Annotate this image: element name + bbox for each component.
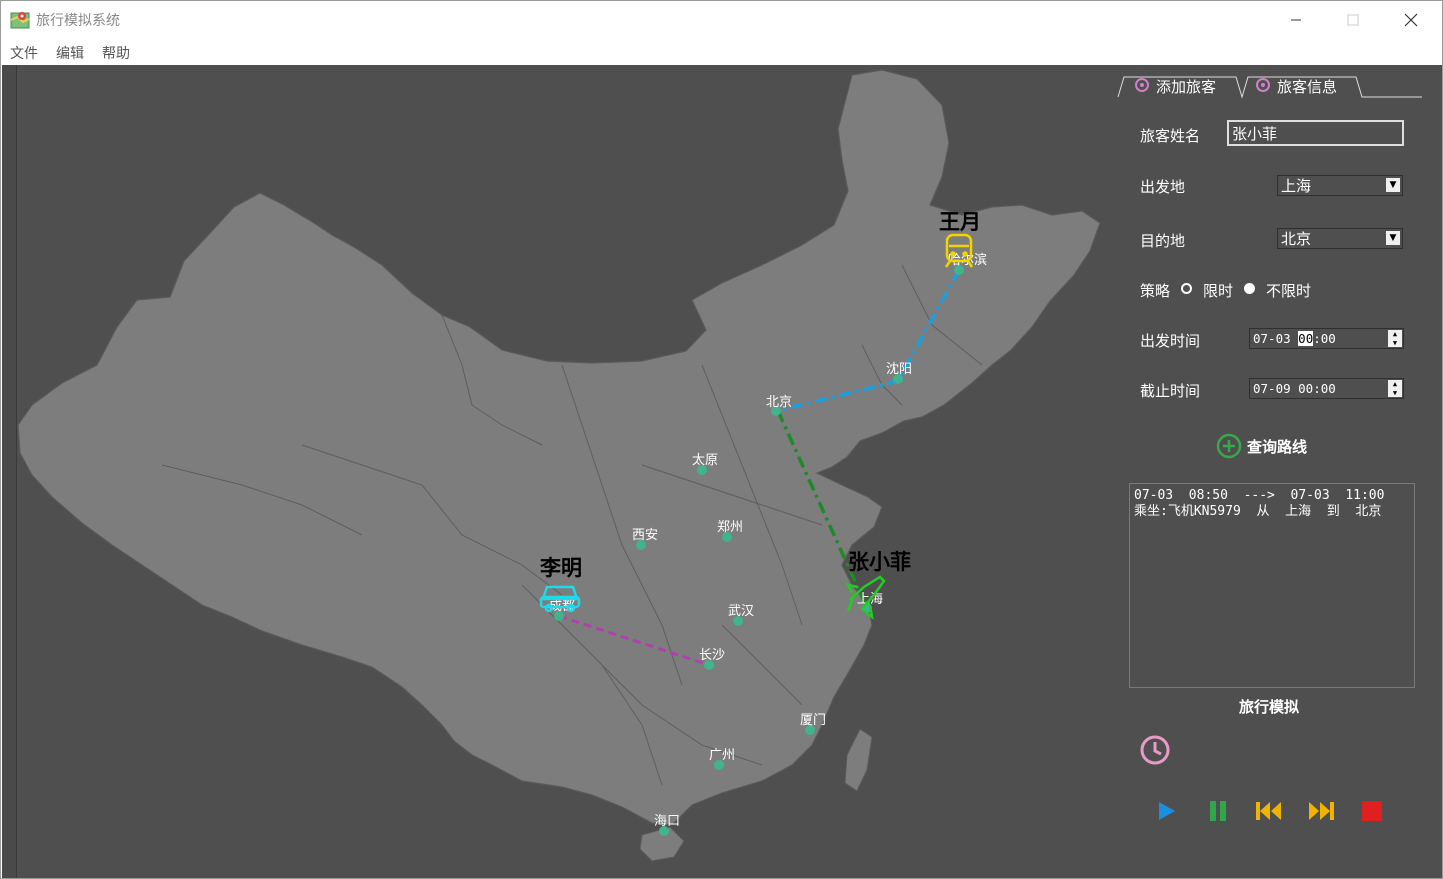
menu-help[interactable]: 帮助 (102, 43, 130, 63)
menu-file[interactable]: 文件 (10, 43, 38, 63)
deadline-label: 截止时间 (1140, 382, 1201, 400)
title-bar: 旅行模拟系统 (1, 1, 1442, 39)
tab-add-label: 添加旅客 (1156, 77, 1217, 96)
dropdown-arrow-icon: ▼ (1386, 178, 1400, 192)
taiwan-island (844, 728, 873, 792)
city-label: 郑州 (717, 520, 743, 535)
depart-hour: 00 (1298, 331, 1314, 346)
menu-bar: 文件 编辑 帮助 (1, 39, 1442, 65)
rewind-button[interactable] (1255, 800, 1283, 822)
dropdown-arrow-icon: ▼ (1386, 231, 1400, 245)
location-pin-icon (1135, 78, 1149, 92)
route-log[interactable]: 07-03 08:50 ---> 07-03 11:00 乘坐:飞机KN5979 … (1129, 483, 1415, 688)
china-map: 哈尔滨 沈阳 北京 太原 西安 郑州 成都 武汉 长沙 上海 厦门 广州 海口 … (17, 69, 1101, 862)
app-window: 旅行模拟系统 文件 编辑 帮助 哈尔滨 沈阳 北京 太原 西安 郑州 成都 武汉… (0, 0, 1443, 879)
city-label: 厦门 (800, 713, 826, 728)
city-label: 长沙 (699, 648, 725, 663)
traveler-name: 李明 (539, 555, 582, 580)
query-route-label: 查询路线 (1247, 437, 1308, 456)
origin-select[interactable]: 上海 ▼ (1277, 175, 1403, 196)
pause-button[interactable] (1207, 800, 1229, 822)
control-panel: 添加旅客 旅客信息 旅客姓名 张小菲 出发地 上海 ▼ 目的地 北京 ▼ 策略 (1112, 65, 1442, 878)
origin-value: 上海 (1281, 177, 1312, 195)
strategy-label: 策略 (1140, 282, 1171, 300)
minimize-icon (1291, 19, 1301, 21)
close-button[interactable] (1388, 5, 1434, 35)
location-pin-icon (1256, 78, 1270, 92)
dest-value: 北京 (1281, 230, 1312, 248)
city-label: 沈阳 (886, 362, 912, 377)
add-circle-icon (1216, 433, 1242, 459)
stop-button[interactable] (1361, 800, 1383, 822)
query-route-button[interactable]: 查询路线 (1216, 433, 1307, 459)
play-button[interactable] (1155, 800, 1177, 822)
tab-info-label: 旅客信息 (1277, 77, 1338, 96)
simulation-label: 旅行模拟 (1239, 698, 1300, 716)
log-line: 07-03 08:50 ---> 07-03 11:00 (1134, 488, 1385, 503)
tab-traveler-info[interactable]: 旅客信息 (1255, 75, 1337, 97)
menu-edit[interactable]: 编辑 (56, 43, 84, 63)
city-label: 武汉 (728, 604, 754, 619)
depart-label: 出发时间 (1140, 332, 1201, 350)
deadline-time-input[interactable]: 07-09 00:00 ▲ ▼ (1249, 378, 1404, 399)
map-app-icon (10, 12, 30, 29)
traveler-name: 王月 (939, 209, 981, 234)
depart-date: 07-03 (1253, 331, 1291, 346)
maximize-button[interactable] (1330, 5, 1376, 35)
window-title: 旅行模拟系统 (36, 13, 120, 29)
city-label: 广州 (709, 748, 735, 763)
china-landmass (17, 69, 1101, 826)
tab-bar: 添加旅客 旅客信息 (1117, 73, 1422, 99)
radio-limited-label: 限时 (1203, 282, 1234, 300)
spin-arrows-icon[interactable]: ▲ ▼ (1388, 380, 1402, 397)
dest-select[interactable]: 北京 ▼ (1277, 228, 1403, 249)
depart-time-input[interactable]: 07-03 00:00 ▲ ▼ (1249, 328, 1404, 349)
city-label: 北京 (766, 395, 792, 410)
radio-limited[interactable] (1181, 283, 1192, 294)
name-input[interactable]: 张小菲 (1227, 120, 1404, 146)
radio-unlimited[interactable] (1244, 283, 1255, 294)
maximize-icon (1347, 14, 1359, 26)
dest-label: 目的地 (1140, 232, 1186, 250)
map-canvas: 哈尔滨 沈阳 北京 太原 西安 郑州 成都 武汉 长沙 上海 厦门 广州 海口 … (2, 65, 1442, 878)
close-icon (1404, 13, 1418, 27)
origin-label: 出发地 (1140, 178, 1186, 196)
name-label: 旅客姓名 (1140, 127, 1201, 145)
radio-unlimited-label: 不限时 (1266, 282, 1312, 300)
city-label: 太原 (692, 453, 718, 468)
log-line: 乘坐:飞机KN5979 从 上海 到 北京 (1134, 504, 1382, 519)
tab-add-traveler[interactable]: 添加旅客 (1134, 75, 1216, 97)
deadline-value: 07-09 00:00 (1253, 381, 1336, 396)
spin-arrows-icon[interactable]: ▲ ▼ (1388, 330, 1402, 347)
clock-icon[interactable] (1139, 734, 1171, 766)
city-label: 海口 (654, 814, 680, 829)
depart-min: :00 (1313, 331, 1336, 346)
city-label: 西安 (632, 528, 658, 543)
minimize-button[interactable] (1273, 5, 1319, 35)
fast-forward-button[interactable] (1307, 800, 1335, 822)
traveler-name: 张小菲 (848, 549, 911, 574)
